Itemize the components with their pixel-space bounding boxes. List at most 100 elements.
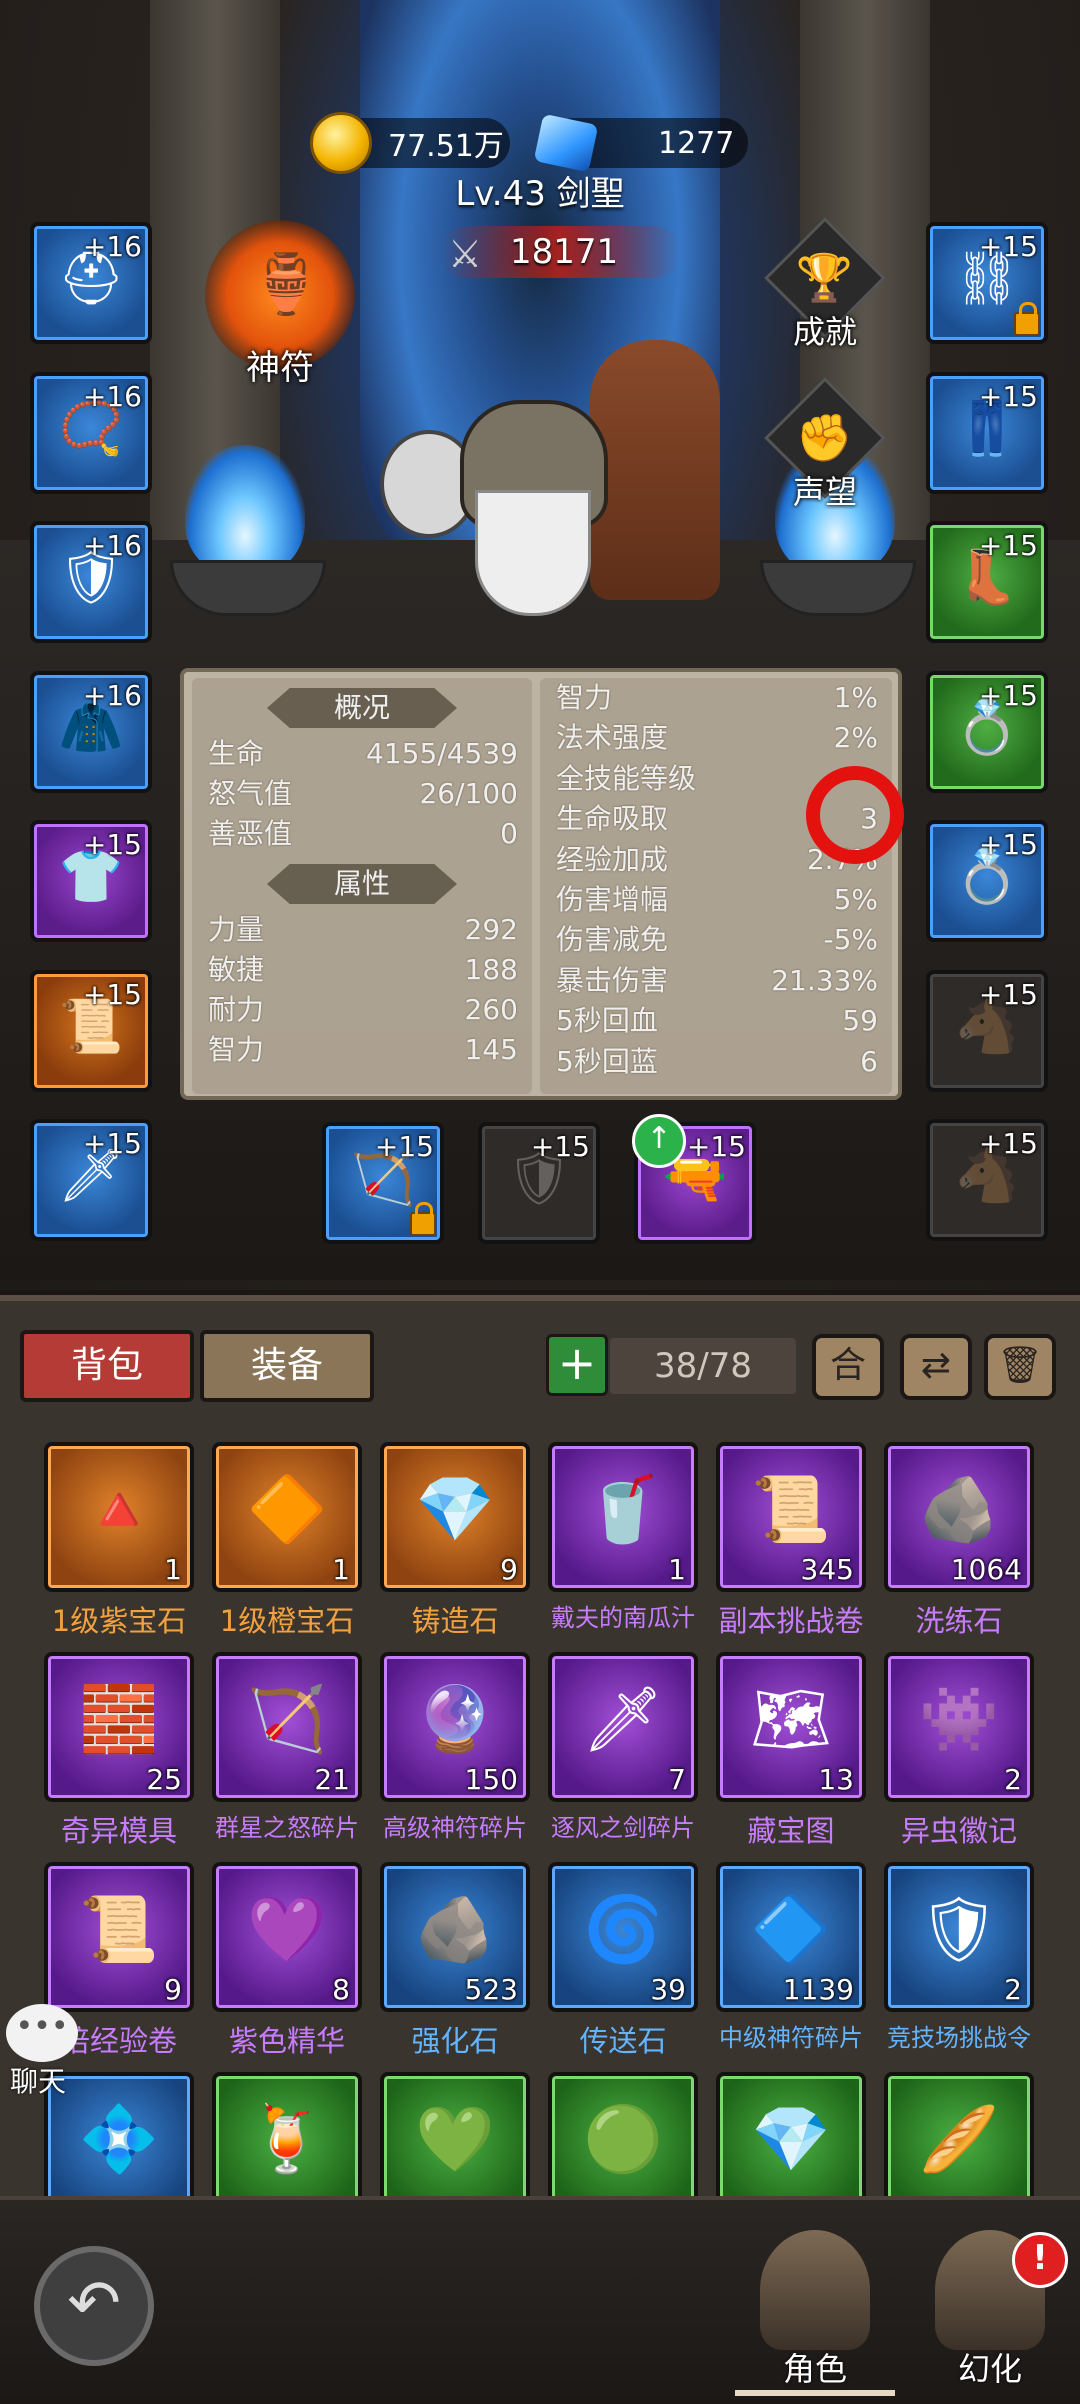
rune-shard-icon: 🔮 [415, 1683, 495, 1757]
stat-row: 5秒回血 59 [540, 1001, 892, 1041]
exp-scroll-icon: 📜 [79, 1893, 159, 1967]
inventory-item[interactable]: 🪨 523 [380, 1862, 530, 2012]
equip-slot-right[interactable]: 💍 +15 [926, 670, 1048, 793]
combat-power-value: 18171 [510, 232, 619, 272]
viking-helmet-icon [760, 2230, 870, 2350]
equip-slot-left[interactable]: 🧥 +16 [30, 670, 152, 793]
equip-slot-right[interactable]: 💍 +15 [926, 820, 1048, 942]
stat-row: 伤害增幅 5% [540, 880, 892, 920]
juice-icon: 🥤 [583, 1473, 663, 1547]
inventory-item[interactable]: 🏹 21 [212, 1652, 362, 1802]
sword-shard-icon: 🗡 [582, 1683, 664, 1757]
equip-slot-left[interactable]: 🗡 +15 [30, 1119, 152, 1241]
stat-label: 经验加成 [556, 842, 669, 876]
green-crystal-icon: 💎 [751, 2103, 831, 2177]
enhance-level: +16 [82, 379, 142, 413]
stat-label: 耐力 [208, 993, 265, 1026]
stats-left-column[interactable]: 概况 生命 4155/4539 怒气值 26/100 善恶值 0 属性 力量 292 敏捷 18… [192, 678, 532, 1094]
bow-shard-icon: 🏹 [247, 1683, 327, 1757]
equip-slot-left[interactable]: 🛡 +16 [30, 521, 152, 643]
inventory-item[interactable]: 🔮 150 [380, 1652, 530, 1802]
equip-slot-left[interactable]: ⛑ +16 [30, 222, 152, 344]
achievement-button[interactable]: 🏆 成就 [764, 217, 886, 353]
inventory-item[interactable]: 🗺 13 [716, 1652, 866, 1802]
lock-icon [1014, 302, 1040, 336]
inventory-item[interactable]: 👾 2 [884, 1652, 1034, 1802]
expand-capacity-button[interactable]: + [546, 1334, 608, 1396]
enhance-level: +15 [82, 977, 142, 1011]
dwarf-beard [475, 490, 591, 616]
enhance-level: +16 [82, 529, 142, 562]
equip-slot-right[interactable]: 👖 +15 [926, 371, 1048, 494]
item-name: 紫色精华 [228, 2024, 345, 2058]
tab-bag[interactable]: 背包 [20, 1330, 194, 1402]
item-name: 洗练石 [915, 1604, 1003, 1638]
equip-slot-left[interactable]: 📜 +15 [30, 969, 152, 1092]
equip-slot-bottom[interactable]: 🏹 +15 [322, 1122, 444, 1244]
enhance-level: +15 [686, 1130, 746, 1163]
refresh-button[interactable]: ⇄ [900, 1334, 972, 1400]
arena-token-icon: 🛡 [918, 1893, 1000, 1967]
stat-row: 暴击伤害 21.33% [540, 961, 892, 1001]
back-button[interactable]: ↶ [34, 2246, 154, 2366]
enhance-level: +15 [978, 529, 1038, 562]
item-count: 1 [164, 1553, 182, 1586]
baguette-icon: 🥖 [919, 2103, 999, 2177]
item-count: 1 [668, 1553, 686, 1586]
equip-slot-bottom[interactable]: 🔫 +15 ↑ [632, 1114, 756, 1244]
chat-label: 聊天 [10, 2065, 67, 2098]
equip-slot-left[interactable]: 📿 +16 [30, 371, 152, 494]
rune-button[interactable]: 🏺 神符 [205, 220, 355, 388]
chat-button[interactable]: ••• 聊天 [6, 2004, 78, 2098]
delete-button[interactable]: 🗑 [984, 1334, 1056, 1400]
inventory-item[interactable]: 🛡 2 [884, 1862, 1034, 2012]
inventory-item[interactable]: 🪨 1064 [884, 1442, 1034, 1592]
inventory-item[interactable]: 🗡 7 [548, 1652, 698, 1802]
item-name: 强化石 [411, 2024, 499, 2058]
inventory-item[interactable]: 🌀 39 [548, 1862, 698, 2012]
inventory-item[interactable]: 🥤 1 [548, 1442, 698, 1592]
equip-slot-right[interactable]: ⛓ +15 [926, 222, 1048, 344]
inventory-item[interactable]: 📜 9 [44, 1862, 194, 2012]
stat-row: 善恶值 0 [192, 814, 532, 854]
back-arrow-icon: ↶ [67, 2267, 121, 2341]
inventory-item[interactable]: 🔶 1 [212, 1442, 362, 1592]
stats-right-column[interactable]: 智力 1% 法术强度 2% 全技能等级 生命吸取 3 经验加成 2.7% 伤害增幅 5% 伤害减免 -5… [540, 678, 892, 1094]
item-name: 群星之怒碎片 [215, 1814, 359, 1842]
tab-equipment[interactable]: 装备 [200, 1330, 374, 1402]
inventory-item[interactable]: 🔺 1 [44, 1442, 194, 1592]
merge-button[interactable]: 合 [812, 1334, 884, 1400]
enhance-stone-icon: 🪨 [415, 1893, 495, 1967]
stat-label: 智力 [208, 1033, 265, 1066]
item-count: 523 [464, 1973, 518, 2006]
crossed-swords-icon: ⚔ [448, 232, 483, 276]
equip-slot-bottom[interactable]: 🛡 +15 [478, 1122, 600, 1244]
stat-label: 全技能等级 [556, 761, 697, 795]
enhance-level: +16 [82, 678, 142, 712]
inventory-item[interactable]: 💜 8 [212, 1862, 362, 2012]
enhance-level: +15 [978, 977, 1038, 1011]
mid-rune-shard-icon: 🔷 [751, 1893, 831, 1967]
item-name: 戴夫的南瓜汁 [551, 1604, 695, 1632]
nav-character[interactable]: 角色 [735, 2230, 895, 2396]
inventory-item[interactable]: 🧱 25 [44, 1652, 194, 1802]
inventory-item[interactable]: 🔷 1139 [716, 1862, 866, 2012]
inventory-item[interactable]: 💎 9 [380, 1442, 530, 1592]
hero-character[interactable] [380, 340, 720, 640]
equip-slot-right[interactable]: 🐴 +15 [926, 969, 1048, 1092]
item-count: 2 [1004, 1763, 1022, 1796]
challenge-scroll-icon: 📜 [751, 1473, 831, 1547]
reputation-button[interactable]: ✊ 声望 [764, 377, 886, 513]
inventory-item[interactable]: 📜 345 [716, 1442, 866, 1592]
equip-slot-right[interactable]: 🐴 +15 [926, 1119, 1048, 1241]
stat-label: 善恶值 [208, 817, 293, 850]
item-count: 9 [164, 1973, 182, 2006]
stat-value: 292 [464, 913, 518, 946]
diamond-value: 1277 [658, 125, 735, 161]
equip-slot-left[interactable]: 👕 +15 [30, 820, 152, 942]
item-name: 逐风之剑碎片 [551, 1814, 695, 1842]
insect-emblem-icon: 👾 [919, 1683, 999, 1757]
equip-slot-right[interactable]: 👢 +15 [926, 521, 1048, 643]
stat-label: 5秒回蓝 [556, 1044, 658, 1078]
stat-row: 智力 145 [192, 1030, 532, 1070]
